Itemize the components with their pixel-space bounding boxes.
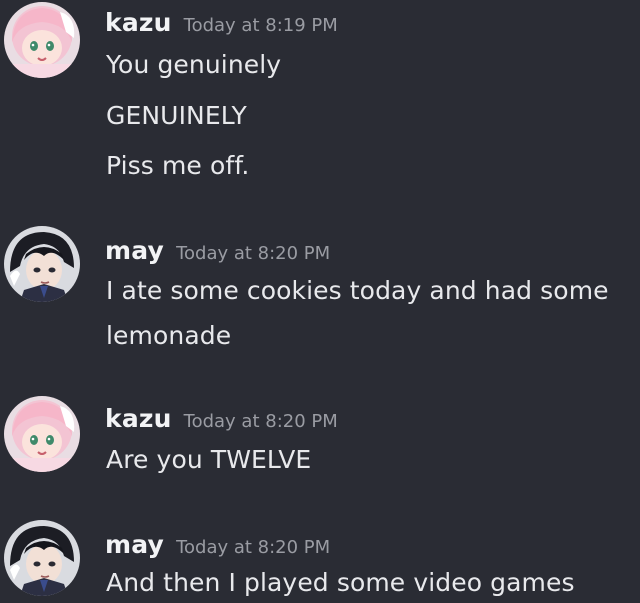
message-text: You genuinely (106, 50, 282, 79)
message-header: kazu Today at 8:19 PM (105, 8, 338, 37)
message-text: Are you TWELVE (106, 445, 312, 474)
author-name[interactable]: may (105, 236, 164, 265)
pink-hair-anime-avatar-icon[interactable] (4, 396, 80, 472)
message-text: I ate some cookies today and had some (106, 276, 609, 305)
message-text: lemonade (106, 321, 232, 350)
message-timestamp[interactable]: Today at 8:19 PM (184, 15, 338, 36)
dark-hair-anime-avatar-icon[interactable] (4, 520, 80, 596)
author-name[interactable]: kazu (105, 404, 172, 433)
author-name[interactable]: kazu (105, 8, 172, 37)
author-name[interactable]: may (105, 530, 164, 559)
pink-hair-anime-avatar-icon[interactable] (4, 2, 80, 78)
message-header: kazu Today at 8:20 PM (105, 404, 338, 433)
message-header: may Today at 8:20 PM (105, 530, 330, 559)
dark-hair-anime-avatar-icon[interactable] (4, 226, 80, 302)
message-timestamp[interactable]: Today at 8:20 PM (176, 537, 330, 558)
message-timestamp[interactable]: Today at 8:20 PM (184, 411, 338, 432)
message-text: And then I played some video games (106, 568, 575, 597)
chat-message-list: kazu Today at 8:19 PM You genuinely GENUI… (0, 0, 640, 603)
message-timestamp[interactable]: Today at 8:20 PM (176, 243, 330, 264)
message-header: may Today at 8:20 PM (105, 236, 330, 265)
message-text: Piss me off. (106, 151, 250, 180)
message-text: GENUINELY (106, 101, 247, 130)
